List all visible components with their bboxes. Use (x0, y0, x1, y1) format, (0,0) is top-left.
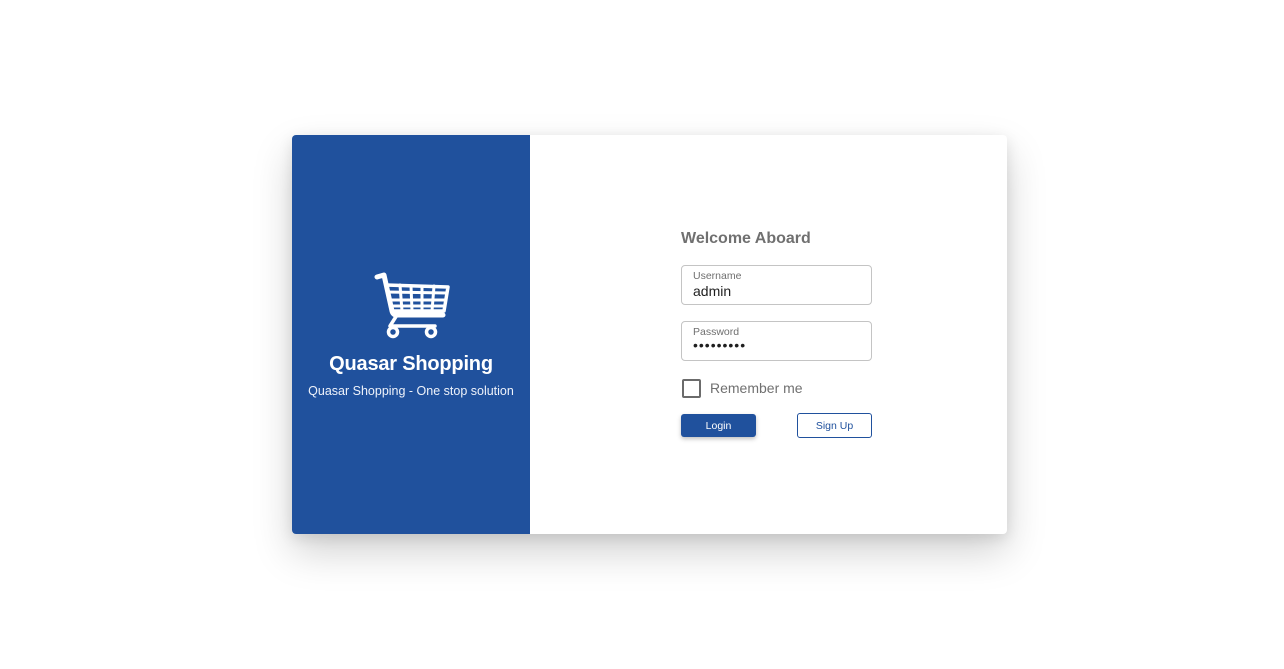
username-label: Username (693, 270, 742, 282)
signup-button[interactable]: Sign Up (797, 413, 872, 438)
brand-subtitle: Quasar Shopping - One stop solution (308, 384, 514, 398)
brand-panel: Quasar Shopping Quasar Shopping - One st… (292, 135, 530, 534)
login-button[interactable]: Login (681, 414, 756, 437)
remember-me-row[interactable]: Remember me (681, 377, 872, 399)
username-field[interactable]: Username admin (681, 265, 872, 305)
shopping-cart-icon (374, 272, 450, 339)
password-value[interactable]: ••••••••• (693, 337, 746, 353)
brand-title: Quasar Shopping (329, 353, 493, 375)
login-card: Quasar Shopping Quasar Shopping - One st… (292, 135, 1007, 534)
password-field[interactable]: Password ••••••••• (681, 321, 872, 361)
welcome-heading: Welcome Aboard (681, 230, 811, 247)
login-form: Welcome Aboard Username admin Password •… (681, 230, 872, 439)
remember-me-label[interactable]: Remember me (710, 380, 803, 396)
button-row: Login Sign Up (681, 413, 872, 439)
username-value[interactable]: admin (693, 283, 731, 299)
remember-me-checkbox[interactable] (682, 378, 701, 398)
